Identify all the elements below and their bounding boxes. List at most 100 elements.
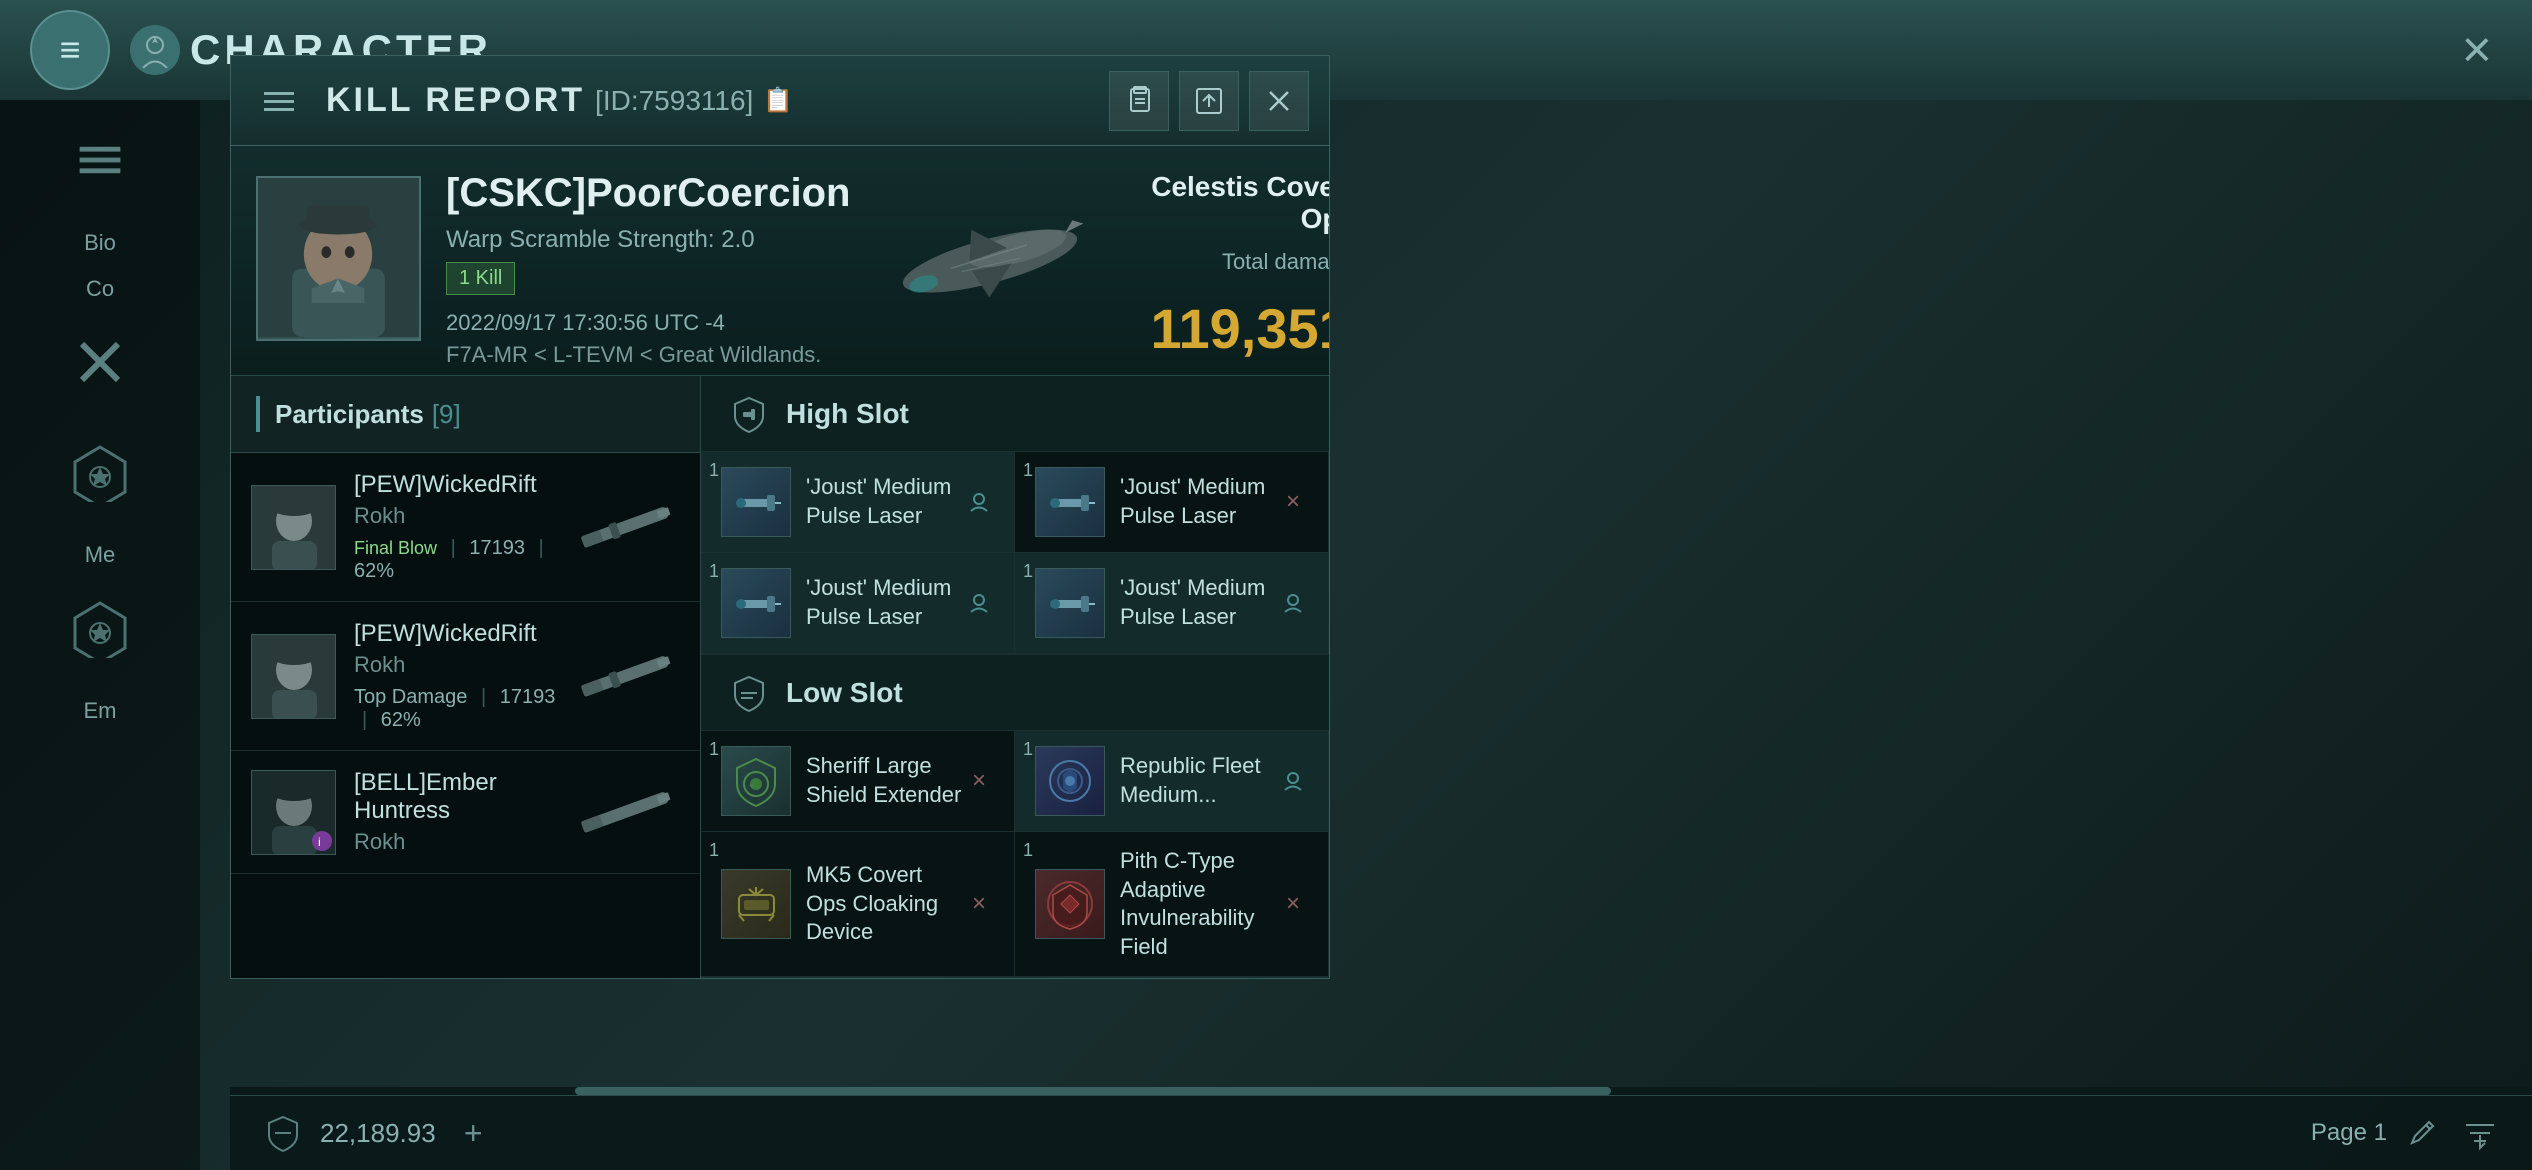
participants-title: Participants [275,399,424,430]
window-titlebar: KILL REPORT [ID:7593116] 📋 [231,56,1329,146]
stats-section: Celestis Covert Ops Cruiser Total damage… [1130,146,1329,375]
participant-ship-1: Rokh [354,503,560,529]
person-icon-h2 [968,592,990,614]
item-action-h2[interactable] [964,588,994,618]
item-action-h1[interactable]: × [1278,487,1308,517]
participant-item-2[interactable]: [PEW]WickedRift Rokh Top Damage | 17193 … [231,602,700,751]
low-slot-item-1[interactable]: 1 Republic Fleet Medium... [1015,731,1329,832]
high-slot-item-0[interactable]: 1 'Joust' Medium Pulse Laser [701,452,1015,553]
close-window-button[interactable] [1249,71,1309,131]
sidebar-item-medals[interactable] [60,432,140,512]
item-action-l3[interactable]: × [1278,889,1308,919]
item-name-h0: 'Joust' Medium Pulse Laser [806,473,964,530]
item-qty-l1: 1 [1023,739,1033,760]
laser-icon-svg-3 [1043,576,1098,631]
participant-name-1: [PEW]WickedRift [354,471,560,499]
sidebar-item-skills[interactable] [60,322,140,402]
player-details: [CSKC]PoorCoercion Warp Scramble Strengt… [446,146,850,375]
low-slot-icon [726,670,771,715]
participant-weapon-2 [570,651,680,701]
item-action-l0[interactable]: × [964,766,994,796]
avatar-svg [258,176,419,339]
item-icon-l3 [1035,869,1105,939]
sidebar-item-bio[interactable]: Bio [84,230,116,256]
participant-item-3[interactable]: i [BELL]Ember Huntress Rokh [231,751,700,874]
item-action-l2[interactable]: × [964,889,994,919]
low-slot-header: Low Slot [701,655,1329,731]
sidebar-item-co[interactable]: Co [86,276,114,302]
sidebar-item-em[interactable]: Em [84,698,117,724]
titlebar-menu-icon[interactable] [251,73,306,128]
player-info-section: [CSKC]PoorCoercion Warp Scramble Strengt… [231,146,1329,376]
sidebar-item-menu[interactable] [60,120,140,200]
laser-icon-svg-2 [729,576,784,631]
low-slot-item-3[interactable]: 1 Pith C-Type Adaptive Invulnerability F… [1015,832,1329,977]
weapon-svg-2 [570,654,680,699]
character-logo-icon [138,33,173,68]
export-icon [1193,85,1225,117]
menu-button[interactable]: ≡ [30,10,110,90]
item-name-l0: Sheriff Large Shield Extender [806,752,964,809]
item-action-h3[interactable] [1278,588,1308,618]
participant-avatar-2 [251,634,336,719]
item-name-l1: Republic Fleet Medium... [1120,752,1278,809]
report-copy-button[interactable] [1109,71,1169,131]
top-damage-tag: Top Damage [354,686,467,708]
svg-text:i: i [318,835,321,849]
item-icon-l2 [721,869,791,939]
item-action-h0[interactable] [964,487,994,517]
shield-bottom-icon[interactable] [260,1111,305,1156]
export-button[interactable] [1179,71,1239,131]
sidebar-item-employment[interactable] [60,588,140,668]
item-qty-l2: 1 [709,840,719,861]
copy-id-button[interactable]: 📋 [763,86,793,115]
item-icon-l0: + [721,746,791,816]
shield-extender-icon-svg: + [729,754,784,809]
ship-image-area [850,146,1130,375]
bottom-bar: 22,189.93 + Page 1 [230,1095,2532,1170]
isk-value: 119,351,748 [1150,297,1329,360]
scroll-thumb [575,1087,1611,1095]
kill-report-id: [ID:7593116] [595,85,753,117]
kill-location: F7A-MR < L-TEVM < Great Wildlands. [446,342,850,368]
total-damage-label: Total damage: [1222,249,1329,275]
sidebar-item-me[interactable]: Me [85,542,116,568]
weapon-svg-3 [570,790,680,835]
participant-damage-1: 17193 [469,537,525,559]
high-slot-title: High Slot [786,398,909,430]
high-slot-item-1[interactable]: 1 'Joust' Medium Pulse Laser × [1015,452,1329,553]
add-button[interactable]: + [451,1111,496,1156]
participant-avatar-1 [251,485,336,570]
high-slot-item-3[interactable]: 1 'Joust' Medium Pulse Laser [1015,553,1329,654]
shield-icon-bottom [263,1113,303,1153]
ship-name: Celestis Covert Ops [1150,171,1329,235]
high-slot-item-2[interactable]: 1 'Joust' Medium Pulse Laser [701,553,1015,654]
item-name-h3: 'Joust' Medium Pulse Laser [1120,574,1278,631]
edit-icon [2407,1118,2437,1148]
item-qty-h3: 1 [1023,561,1033,582]
low-slot-item-2[interactable]: 1 MK5 Covert Ops Cloaking Device × [701,832,1015,977]
shield-low-icon [729,673,769,713]
participant-weapon-1 [570,502,680,552]
item-icon-h1 [1035,467,1105,537]
person-icon-h3 [1282,592,1304,614]
close-app-button[interactable]: × [2462,20,2492,80]
participant-avatar-3: i [251,770,336,855]
main-content: Participants [9] [PEW]WickedRift Rok [231,376,1329,978]
clipboard-icon [1123,85,1155,117]
ship-svg [850,181,1130,341]
participant-percent-1: 62% [354,560,394,582]
filter-button[interactable] [2457,1111,2502,1156]
scroll-indicator[interactable] [230,1087,2532,1095]
page-edit-button[interactable] [2402,1113,2442,1153]
low-slot-item-0[interactable]: 1 + Sheriff Large Shield Extender × [701,731,1015,832]
laser-icon-svg [729,475,784,530]
character-logo [130,25,180,75]
item-action-l1[interactable] [1278,766,1308,796]
warp-scramble-stat: Warp Scramble Strength: 2.0 [446,226,850,254]
kill-date: 2022/09/17 17:30:56 UTC -4 [446,310,850,336]
star-icon-2 [70,598,130,658]
participant-item[interactable]: [PEW]WickedRift Rokh Final Blow | 17193 … [231,453,700,602]
player-avatar [256,176,421,341]
lines-icon [70,130,130,190]
